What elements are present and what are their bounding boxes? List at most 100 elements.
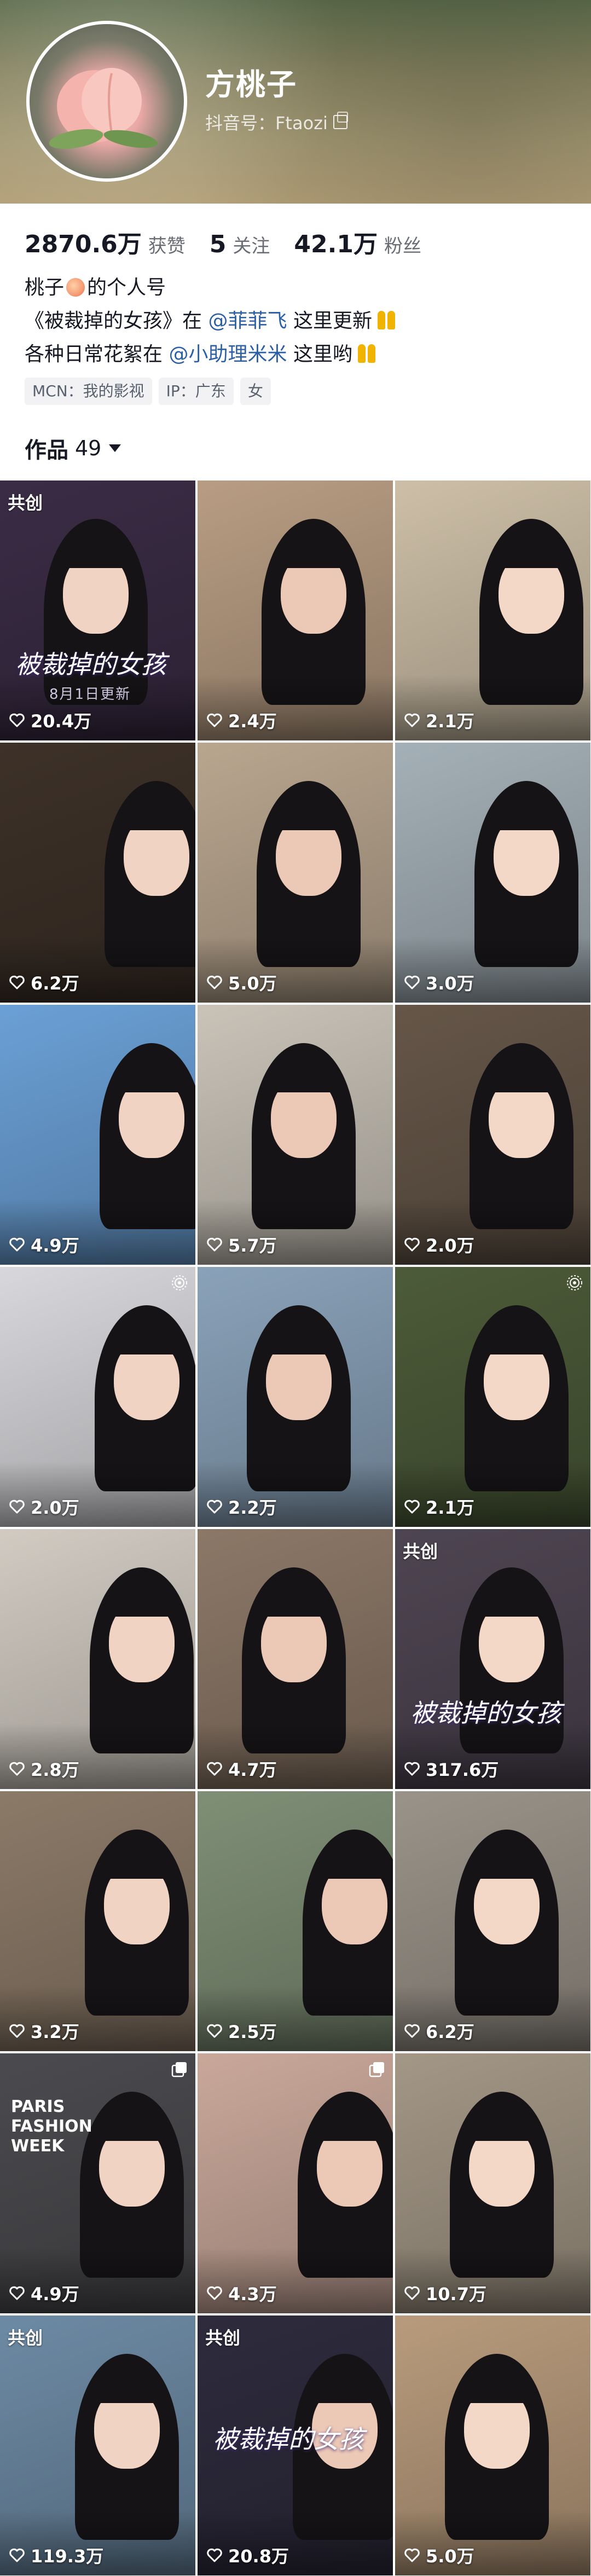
- video-tile[interactable]: 5.7万: [198, 1005, 393, 1265]
- video-tile[interactable]: 2.0万: [0, 1267, 195, 1527]
- stat-likes[interactable]: 2870.6万 获赞: [25, 224, 186, 259]
- video-tile[interactable]: 5.0万: [395, 2315, 590, 2575]
- video-tile[interactable]: 被裁掉的女孩8月1日更新共创20.4万: [0, 481, 195, 740]
- person-bangs: [111, 1327, 182, 1354]
- stat-label: 获赞: [148, 235, 186, 257]
- video-tile[interactable]: PARIS FASHION WEEK 4.9万: [0, 2053, 195, 2313]
- like-count: 317.6万: [404, 1756, 499, 1781]
- person-bangs: [106, 1589, 177, 1617]
- peach-emoji-icon: [66, 278, 85, 297]
- heart-icon: [207, 1237, 222, 1252]
- video-tile[interactable]: 被裁掉的女孩 共创 317.6万: [395, 1529, 590, 1789]
- stat-following[interactable]: 5 关注: [210, 230, 270, 258]
- like-count: 3.0万: [404, 970, 474, 995]
- like-count-text: 10.7万: [426, 2284, 486, 2305]
- person-bangs: [461, 2376, 532, 2403]
- video-tile[interactable]: 6.2万: [395, 1791, 590, 2051]
- video-tile[interactable]: 2.2万: [198, 1267, 393, 1527]
- like-count-text: 2.4万: [228, 711, 277, 732]
- poster-title: 被裁掉的女孩: [213, 2424, 364, 2454]
- tag-ip: IP：广东: [158, 378, 234, 405]
- video-tile[interactable]: 被裁掉的女孩 共创 20.8万: [198, 2315, 393, 2575]
- heart-icon: [9, 2548, 25, 2562]
- heart-icon: [404, 2548, 420, 2562]
- two-women-emoji-icon: [375, 310, 397, 331]
- video-grid: 被裁掉的女孩8月1日更新共创20.4万 2.4万 2.1万 6.2万 5.0万 3.0万 4…: [0, 481, 591, 2575]
- video-tile[interactable]: 4.7万: [198, 1529, 393, 1789]
- like-count-text: 6.2万: [31, 973, 79, 994]
- like-count-text: 5.7万: [228, 1235, 277, 1256]
- heart-icon: [404, 2024, 420, 2038]
- like-count: 5.7万: [206, 1232, 277, 1257]
- like-count-text: 20.8万: [228, 2546, 289, 2567]
- chevron-down-icon[interactable]: [109, 444, 121, 452]
- bio-text: 这里更新: [293, 310, 372, 332]
- stat-value: 2870.6万: [25, 230, 142, 258]
- video-tile[interactable]: 2.1万: [395, 481, 590, 740]
- bio-text: 这里哟: [293, 343, 352, 366]
- douyin-id[interactable]: 抖音号：Ftaozi: [205, 109, 348, 135]
- video-tile[interactable]: 5.0万: [198, 743, 393, 1003]
- poster-title: PARIS FASHION WEEK: [11, 2097, 92, 2156]
- video-tile[interactable]: 3.0万: [395, 743, 590, 1003]
- like-count-text: 2.5万: [228, 2022, 277, 2042]
- mention-link[interactable]: @菲菲飞: [208, 310, 287, 332]
- profile-tags: MCN：我的影视 IP：广东 女: [25, 378, 271, 405]
- person-bangs: [263, 1327, 334, 1354]
- like-count: 2.5万: [206, 2018, 277, 2044]
- video-tile[interactable]: 3.2万: [0, 1791, 195, 2051]
- heart-icon: [207, 975, 222, 989]
- video-tile[interactable]: 4.3万: [198, 2053, 393, 2313]
- heart-icon: [404, 1500, 420, 1514]
- video-tile[interactable]: 2.0万: [395, 1005, 590, 1265]
- heart-icon: [404, 975, 420, 989]
- video-tile[interactable]: 2.4万: [198, 481, 393, 740]
- heart-icon: [404, 1762, 420, 1776]
- stat-value: 5: [209, 230, 227, 258]
- person-bangs: [476, 1589, 547, 1617]
- like-count: 2.0万: [9, 1494, 79, 1519]
- heart-icon: [404, 1237, 420, 1252]
- person-bangs: [116, 1065, 187, 1092]
- multi-image-icon: [369, 2062, 384, 2077]
- like-count: 2.1万: [404, 708, 474, 733]
- person-bangs: [278, 541, 349, 568]
- heart-icon: [9, 1500, 25, 1514]
- video-tile[interactable]: 2.5万: [198, 1791, 393, 2051]
- like-count-text: 2.0万: [31, 1497, 79, 1518]
- copy-icon[interactable]: [333, 112, 348, 129]
- like-count-text: 5.0万: [228, 973, 277, 994]
- person-bangs: [481, 1327, 552, 1354]
- co-create-badge: 共创: [205, 2328, 241, 2348]
- bio: 桃子 的个人号 《被裁掉的女孩》在 @菲菲飞 这里更新 各种日常花絮在 @小助理米…: [25, 271, 397, 371]
- person-bangs: [258, 1589, 329, 1617]
- co-create-badge: 共创: [403, 1541, 438, 1562]
- mention-link[interactable]: @小助理米米: [169, 343, 287, 366]
- like-count-text: 2.8万: [31, 1759, 79, 1780]
- video-tile[interactable]: 10.7万: [395, 2053, 590, 2313]
- bio-text: 各种日常花絮在: [25, 343, 163, 366]
- like-count-text: 4.3万: [228, 2284, 277, 2305]
- like-count: 6.2万: [9, 970, 79, 995]
- person-bangs: [496, 541, 567, 568]
- video-tile[interactable]: 共创 119.3万: [0, 2315, 195, 2575]
- works-tab[interactable]: 作品 49: [25, 432, 121, 464]
- heart-icon: [207, 1500, 222, 1514]
- avatar[interactable]: [26, 21, 187, 182]
- profile-name: 方桃子: [205, 67, 297, 102]
- video-tile[interactable]: 2.8万: [0, 1529, 195, 1789]
- stat-followers[interactable]: 42.1万 粉丝: [294, 224, 421, 259]
- bio-line-3: 各种日常花絮在 @小助理米米 这里哟: [25, 338, 397, 371]
- stat-label: 关注: [233, 235, 270, 257]
- like-count-text: 317.6万: [426, 1759, 499, 1780]
- video-tile[interactable]: 6.2万: [0, 743, 195, 1003]
- like-count: 20.4万: [9, 708, 91, 733]
- like-count: 5.0万: [404, 2543, 474, 2568]
- person-bangs: [319, 1851, 390, 1879]
- person-bangs: [60, 541, 131, 568]
- heart-icon: [207, 2548, 222, 2562]
- video-tile[interactable]: 2.1万: [395, 1267, 590, 1527]
- tag-mcn[interactable]: MCN：我的影视: [25, 378, 152, 405]
- like-count-text: 20.4万: [31, 711, 91, 732]
- video-tile[interactable]: 4.9万: [0, 1005, 195, 1265]
